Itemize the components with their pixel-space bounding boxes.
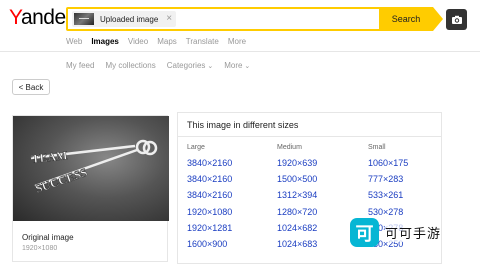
image-word-success: SUCCESS xyxy=(33,165,89,196)
watermark-text: 可可手游 xyxy=(385,223,442,242)
tab-translate[interactable]: Translate xyxy=(186,37,219,46)
size-link[interactable]: 1024×682 xyxy=(277,220,357,236)
size-link[interactable]: 1920×1281 xyxy=(187,220,267,236)
camera-button[interactable] xyxy=(446,9,467,30)
tab-images[interactable]: Images xyxy=(91,37,119,46)
size-link[interactable]: 1280×720 xyxy=(277,204,357,220)
categories-dropdown[interactable]: Categories xyxy=(167,61,214,70)
tab-more[interactable]: More xyxy=(228,37,246,46)
large-sizes-column: Large 3840×2160 3840×2160 3840×2160 1920×108… xyxy=(187,144,267,252)
camera-icon xyxy=(451,15,462,24)
nav-tabs: Web Images Video Maps Translate More xyxy=(66,37,255,46)
sizes-panel-title: This image in different sizes xyxy=(187,120,299,130)
size-link[interactable]: 777×283 xyxy=(368,171,448,187)
my-collections-link[interactable]: My collections xyxy=(105,61,155,70)
size-column-heading: Large xyxy=(187,144,205,151)
size-link[interactable]: 1312×394 xyxy=(277,187,357,203)
logo-y-letter: Y xyxy=(9,6,21,29)
uploaded-image-thumbnail xyxy=(74,13,94,25)
uploaded-image-label: Uploaded image xyxy=(100,14,159,24)
size-column-heading: Medium xyxy=(277,144,302,151)
size-link[interactable]: 1024×683 xyxy=(277,236,357,252)
size-link[interactable]: 3840×2160 xyxy=(187,155,267,171)
size-column-heading: Small xyxy=(368,144,386,151)
size-link[interactable]: 3840×2160 xyxy=(187,171,267,187)
search-bar[interactable]: Uploaded image × Search xyxy=(66,7,443,31)
uploaded-image-chip[interactable]: Uploaded image × xyxy=(72,11,177,27)
size-link[interactable]: 1920×639 xyxy=(277,155,357,171)
size-link[interactable]: 1500×500 xyxy=(277,171,357,187)
original-image[interactable]: TEAM SUCCESS xyxy=(13,116,169,221)
search-button[interactable]: Search xyxy=(379,7,443,31)
tab-video[interactable]: Video xyxy=(128,37,148,46)
medium-sizes-column: Medium 1920×639 1500×500 1312×394 1280×720 10… xyxy=(277,144,357,252)
original-image-card[interactable]: TEAM SUCCESS Original image 1920×1080 xyxy=(12,115,169,262)
size-link[interactable]: 1920×1080 xyxy=(187,204,267,220)
my-feed-link[interactable]: My feed xyxy=(66,61,94,70)
watermark-logo-icon: 可 xyxy=(350,218,379,247)
filter-bar: My feed My collections Categories More xyxy=(66,61,261,70)
watermark: 可 可可手游 xyxy=(350,218,442,247)
sizes-panel-divider xyxy=(178,136,441,137)
size-link[interactable]: 1060×175 xyxy=(368,155,448,171)
more-dropdown[interactable]: More xyxy=(224,61,250,70)
team-success-key-illustration: TEAM SUCCESS xyxy=(31,139,158,196)
size-link[interactable]: 533×261 xyxy=(368,187,448,203)
original-image-dimensions: 1920×1080 xyxy=(22,245,58,252)
header-divider xyxy=(0,51,480,52)
tab-web[interactable]: Web xyxy=(66,37,82,46)
original-image-title[interactable]: Original image xyxy=(22,233,74,242)
tab-maps[interactable]: Maps xyxy=(157,37,177,46)
clear-icon[interactable]: × xyxy=(166,14,172,24)
size-link[interactable]: 3840×2160 xyxy=(187,187,267,203)
back-button[interactable]: < Back xyxy=(12,79,50,95)
image-word-team: TEAM xyxy=(31,148,68,166)
size-link[interactable]: 1600×900 xyxy=(187,236,267,252)
